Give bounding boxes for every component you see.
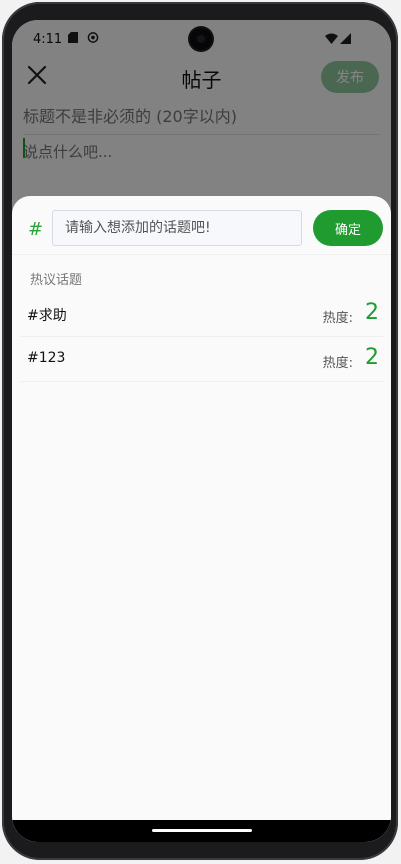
heat-value: 2	[365, 300, 379, 325]
topic-input[interactable]	[52, 210, 302, 246]
confirm-button[interactable]: 确定	[313, 210, 383, 246]
topic-name: #求助	[27, 308, 67, 324]
hash-icon: #	[28, 219, 44, 240]
phone-frame: 4:11 帖子 发布 标题不是非必须的 (20字以内) 说点什么吧... # 请…	[2, 2, 398, 860]
home-indicator[interactable]	[152, 829, 252, 832]
hot-topics-heading: 热议话题	[30, 273, 83, 288]
topic-row[interactable]: #求助 热度: 2	[20, 292, 383, 337]
divider	[12, 254, 391, 255]
topic-name: #123	[27, 350, 66, 366]
topic-bottom-sheet: # 确定 热议话题 #求助 热度: 2 #123 热度: 2	[12, 196, 391, 842]
topic-row[interactable]: #123 热度: 2	[20, 337, 383, 382]
heat-value: 2	[365, 345, 379, 370]
screen: 4:11 帖子 发布 标题不是非必须的 (20字以内) 说点什么吧... # 请…	[12, 20, 391, 842]
heat-label: 热度:	[322, 356, 353, 371]
heat-label: 热度:	[322, 311, 353, 326]
